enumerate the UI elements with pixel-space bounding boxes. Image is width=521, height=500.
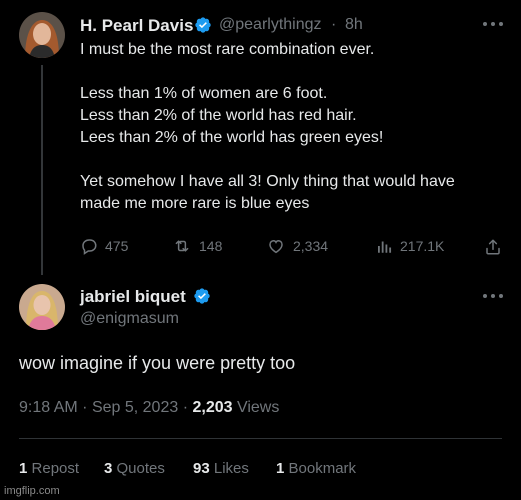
reply-date[interactable]: Sep 5, 2023 bbox=[92, 399, 178, 416]
reply-author-name[interactable]: jabriel biquet bbox=[80, 287, 186, 307]
tweet-line: I must be the most rare combination ever… bbox=[80, 41, 375, 58]
reply-icon bbox=[82, 239, 97, 255]
imgflip-watermark: imgflip.com bbox=[4, 485, 60, 497]
views-icon bbox=[378, 241, 392, 253]
reposts-stat[interactable]: 1 Repost bbox=[19, 460, 79, 477]
quotes-stat-label: Quotes bbox=[116, 460, 165, 477]
meta-dot: · bbox=[82, 399, 88, 416]
tweet-author-name[interactable]: H. Pearl Davis bbox=[80, 16, 193, 36]
tweet-line: Lees than 2% of the world has green eyes… bbox=[80, 129, 384, 146]
avatar-jabriel-image bbox=[19, 284, 65, 330]
repost-action[interactable]: 148 bbox=[172, 237, 222, 255]
tweet-line: made me more rare is blue eyes bbox=[80, 195, 310, 212]
reply-time[interactable]: 9:18 AM bbox=[19, 399, 78, 416]
tweet-time[interactable]: 8h bbox=[345, 16, 363, 34]
views-action[interactable]: 217.1K bbox=[375, 237, 444, 255]
verified-badge-icon bbox=[194, 288, 210, 304]
tweet-time-separator: · bbox=[331, 16, 337, 33]
tweet-line bbox=[80, 61, 510, 83]
like-count: 2,334 bbox=[293, 238, 329, 254]
like-action[interactable]: 2,334 bbox=[266, 237, 328, 255]
likes-stat[interactable]: 93 Likes bbox=[193, 460, 249, 477]
more-icon[interactable] bbox=[482, 293, 504, 299]
avatar-jabriel[interactable] bbox=[19, 284, 65, 330]
divider bbox=[19, 438, 502, 439]
reply-views-label: Views bbox=[236, 399, 280, 416]
repost-icon bbox=[175, 240, 189, 252]
reply-text: wow imagine if you were pretty too bbox=[19, 353, 296, 373]
avatar-pearl[interactable] bbox=[19, 12, 65, 58]
reply-metadata: 9:18 AM · Sep 5, 2023 · 2,203 Views bbox=[19, 399, 279, 417]
reply-author-handle[interactable]: @enigmasum bbox=[80, 310, 179, 328]
meta-dot: · bbox=[182, 399, 189, 416]
avatar-pearl-image bbox=[19, 12, 65, 58]
like-icon bbox=[269, 239, 283, 254]
reposts-stat-label: Repost bbox=[31, 460, 80, 477]
tweet-author-handle[interactable]: @pearlythingz bbox=[219, 16, 322, 34]
thread-connector-line bbox=[41, 65, 43, 275]
views-count: 217.1K bbox=[400, 238, 445, 254]
reply-views-count: 2,203 bbox=[192, 399, 233, 416]
more-icon[interactable] bbox=[482, 21, 504, 27]
repost-count: 148 bbox=[199, 238, 223, 254]
reposts-stat-count: 1 bbox=[19, 460, 28, 477]
reply-count: 475 bbox=[105, 238, 129, 254]
tweet-line: Less than 1% of women are 6 foot. bbox=[80, 85, 328, 102]
share-icon[interactable] bbox=[484, 238, 502, 256]
tweet-line: Yet somehow I have all 3! Only thing tha… bbox=[80, 173, 455, 190]
quotes-stat[interactable]: 3 Quotes bbox=[104, 460, 165, 477]
likes-stat-count: 93 bbox=[193, 460, 210, 477]
bookmarks-stat-label: Bookmark bbox=[288, 460, 357, 477]
tweet-line: Less than 2% of the world has red hair. bbox=[80, 107, 357, 124]
reply-action[interactable]: 475 bbox=[80, 237, 128, 255]
likes-stat-label: Likes bbox=[213, 460, 249, 477]
tweet-line bbox=[80, 149, 510, 171]
bookmarks-stat-count: 1 bbox=[276, 460, 285, 477]
bookmarks-stat[interactable]: 1 Bookmark bbox=[276, 460, 356, 477]
verified-badge-icon bbox=[195, 17, 211, 33]
tweet-text: I must be the most rare combination ever… bbox=[80, 39, 510, 215]
quotes-stat-count: 3 bbox=[104, 460, 113, 477]
